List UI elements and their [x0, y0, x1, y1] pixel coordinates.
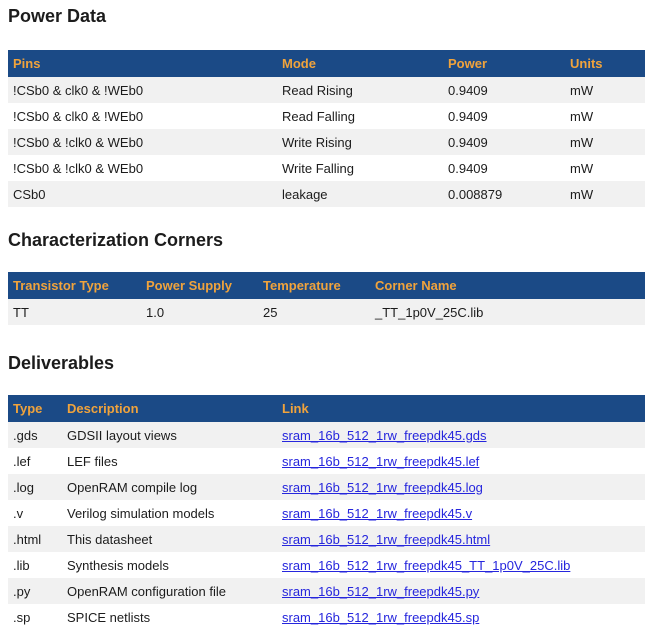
- cell-description: OpenRAM configuration file: [62, 578, 277, 604]
- header-row: Pins Mode Power Units: [8, 50, 645, 77]
- cell-description: GDSII layout views: [62, 422, 277, 448]
- column-header-mode: Mode: [277, 50, 443, 77]
- cell-mode: leakage: [277, 181, 443, 207]
- cell-temperature: 25: [258, 299, 370, 325]
- cell-type: .py: [8, 578, 62, 604]
- cell-units: mW: [565, 155, 645, 181]
- cell-power: 0.9409: [443, 155, 565, 181]
- table-row: TT 1.0 25 _TT_1p0V_25C.lib: [8, 299, 645, 325]
- table-row: CSb0 leakage 0.008879 mW: [8, 181, 645, 207]
- table-row: .log OpenRAM compile log sram_16b_512_1r…: [8, 474, 645, 500]
- table-row: .lef LEF files sram_16b_512_1rw_freepdk4…: [8, 448, 645, 474]
- datasheet-page: Power Data Pins Mode Power Units !CSb0 &…: [0, 5, 660, 630]
- column-header-corner-name: Corner Name: [370, 272, 645, 299]
- column-header-units: Units: [565, 50, 645, 77]
- table-row: !CSb0 & !clk0 & WEb0 Write Falling 0.940…: [8, 155, 645, 181]
- cell-power: 0.9409: [443, 103, 565, 129]
- cell-pins: !CSb0 & clk0 & !WEb0: [8, 103, 277, 129]
- deliverables-table-header: Type Description Link: [8, 395, 645, 422]
- cell-description: Verilog simulation models: [62, 500, 277, 526]
- column-header-temperature: Temperature: [258, 272, 370, 299]
- cell-pins: !CSb0 & !clk0 & WEb0: [8, 155, 277, 181]
- cell-description: SPICE netlists: [62, 604, 277, 630]
- cell-transistor-type: TT: [8, 299, 141, 325]
- column-header-type: Type: [8, 395, 62, 422]
- cell-pins: !CSb0 & !clk0 & WEb0: [8, 129, 277, 155]
- cell-type: .html: [8, 526, 62, 552]
- power-data-table-header: Pins Mode Power Units: [8, 50, 645, 77]
- link-sp[interactable]: sram_16b_512_1rw_freepdk45.sp: [282, 610, 479, 625]
- power-data-section-title: Power Data: [8, 5, 645, 27]
- header-row: Type Description Link: [8, 395, 645, 422]
- cell-units: mW: [565, 77, 645, 103]
- table-row: .py OpenRAM configuration file sram_16b_…: [8, 578, 645, 604]
- cell-description: This datasheet: [62, 526, 277, 552]
- cell-type: .log: [8, 474, 62, 500]
- cell-power-supply: 1.0: [141, 299, 258, 325]
- column-header-power-supply: Power Supply: [141, 272, 258, 299]
- header-row: Transistor Type Power Supply Temperature…: [8, 272, 645, 299]
- table-row: !CSb0 & !clk0 & WEb0 Write Rising 0.9409…: [8, 129, 645, 155]
- column-header-transistor-type: Transistor Type: [8, 272, 141, 299]
- cell-mode: Read Falling: [277, 103, 443, 129]
- link-log[interactable]: sram_16b_512_1rw_freepdk45.log: [282, 480, 483, 495]
- column-header-description: Description: [62, 395, 277, 422]
- cell-power: 0.008879: [443, 181, 565, 207]
- table-row: !CSb0 & clk0 & !WEb0 Read Falling 0.9409…: [8, 103, 645, 129]
- cell-mode: Write Rising: [277, 129, 443, 155]
- table-row: !CSb0 & clk0 & !WEb0 Read Rising 0.9409 …: [8, 77, 645, 103]
- cell-description: OpenRAM compile log: [62, 474, 277, 500]
- cell-type: .v: [8, 500, 62, 526]
- cell-units: mW: [565, 129, 645, 155]
- deliverables-section-title: Deliverables: [8, 352, 645, 374]
- cell-pins: !CSb0 & clk0 & !WEb0: [8, 77, 277, 103]
- link-lef[interactable]: sram_16b_512_1rw_freepdk45.lef: [282, 454, 479, 469]
- cell-power: 0.9409: [443, 129, 565, 155]
- cell-units: mW: [565, 181, 645, 207]
- link-py[interactable]: sram_16b_512_1rw_freepdk45.py: [282, 584, 479, 599]
- link-verilog[interactable]: sram_16b_512_1rw_freepdk45.v: [282, 506, 472, 521]
- table-row: .sp SPICE netlists sram_16b_512_1rw_free…: [8, 604, 645, 630]
- cell-mode: Read Rising: [277, 77, 443, 103]
- cell-description: Synthesis models: [62, 552, 277, 578]
- cell-type: .lib: [8, 552, 62, 578]
- cell-type: .lef: [8, 448, 62, 474]
- column-header-power: Power: [443, 50, 565, 77]
- column-header-link: Link: [277, 395, 645, 422]
- cell-type: .gds: [8, 422, 62, 448]
- cell-type: .sp: [8, 604, 62, 630]
- table-row: .lib Synthesis models sram_16b_512_1rw_f…: [8, 552, 645, 578]
- link-gds[interactable]: sram_16b_512_1rw_freepdk45.gds: [282, 428, 487, 443]
- link-html[interactable]: sram_16b_512_1rw_freepdk45.html: [282, 532, 490, 547]
- link-lib[interactable]: sram_16b_512_1rw_freepdk45_TT_1p0V_25C.l…: [282, 558, 570, 573]
- corners-table-header: Transistor Type Power Supply Temperature…: [8, 272, 645, 299]
- deliverables-table: Type Description Link .gds GDSII layout …: [8, 395, 645, 630]
- cell-units: mW: [565, 103, 645, 129]
- cell-power: 0.9409: [443, 77, 565, 103]
- table-row: .v Verilog simulation models sram_16b_51…: [8, 500, 645, 526]
- table-row: .gds GDSII layout views sram_16b_512_1rw…: [8, 422, 645, 448]
- characterization-corners-section-title: Characterization Corners: [8, 229, 645, 251]
- cell-description: LEF files: [62, 448, 277, 474]
- cell-mode: Write Falling: [277, 155, 443, 181]
- table-row: .html This datasheet sram_16b_512_1rw_fr…: [8, 526, 645, 552]
- column-header-pins: Pins: [8, 50, 277, 77]
- power-data-table: Pins Mode Power Units !CSb0 & clk0 & !WE…: [8, 50, 645, 207]
- cell-corner-name: _TT_1p0V_25C.lib: [370, 299, 645, 325]
- cell-pins: CSb0: [8, 181, 277, 207]
- characterization-corners-table: Transistor Type Power Supply Temperature…: [8, 272, 645, 325]
